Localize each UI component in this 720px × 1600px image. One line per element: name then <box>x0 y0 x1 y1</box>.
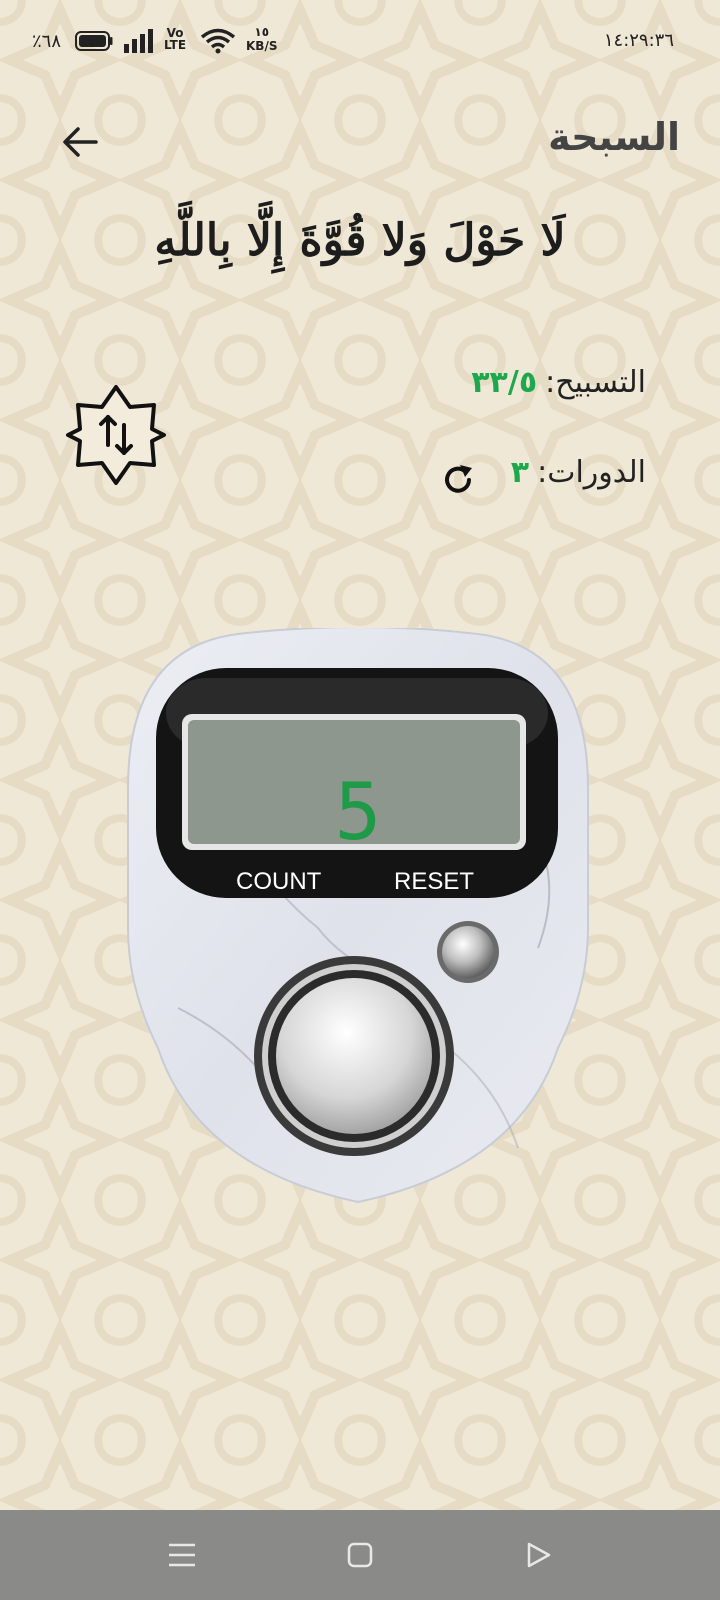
arrow-left-icon <box>63 127 98 157</box>
battery-percentage: ٪٦٨ <box>32 31 62 52</box>
counter-display: 5 <box>334 768 382 858</box>
count-label: COUNT <box>236 868 322 895</box>
refresh-icon[interactable] <box>440 462 476 498</box>
home-icon <box>347 1542 373 1568</box>
tally-counter[interactable]: 5 COUNT RESET <box>118 626 598 1228</box>
network-speed-unit: KB/S <box>246 39 278 53</box>
battery-icon <box>75 31 113 51</box>
network-speed: ١٥ KB/S <box>246 25 277 53</box>
rounds-stat: الدورات:٣ <box>511 455 646 490</box>
menu-icon <box>169 1543 195 1567</box>
volte-bottom-label: LTE <box>164 38 187 52</box>
network-speed-value: ١٥ <box>254 25 270 39</box>
tasbeeh-stat: التسبيح:٣٣/٥ <box>471 365 646 400</box>
wifi-icon <box>200 28 236 54</box>
swap-button[interactable] <box>64 383 168 487</box>
nav-home-button[interactable] <box>343 1540 377 1570</box>
dhikr-text: لَا حَوْلَ وَلا قُوَّةَ إِلَّا بِاللَّهِ <box>154 215 566 266</box>
nav-menu-button[interactable] <box>165 1540 199 1570</box>
count-button[interactable] <box>252 954 456 1158</box>
signal-icon <box>124 29 153 53</box>
status-time: ١٤:٢٩:٣٦ <box>603 30 674 51</box>
page-title: السبحة <box>548 115 680 159</box>
volte-icon: Vo LTE <box>164 27 186 51</box>
tasbeeh-label: التسبيح: <box>545 365 646 400</box>
system-nav-bar <box>0 1510 720 1600</box>
reset-label: RESET <box>394 868 475 895</box>
back-triangle-icon <box>527 1542 551 1568</box>
nav-back-button[interactable] <box>521 1540 555 1570</box>
back-button[interactable] <box>60 122 100 162</box>
status-bar: ٪٦٨ Vo LTE ١٥ KB/S ١٤:٢٩:٣٦ <box>0 0 720 80</box>
rounds-value: ٣ <box>510 455 530 490</box>
rounds-label: الدورات: <box>537 455 646 490</box>
tasbeeh-value: ٣٣/٥ <box>471 365 538 400</box>
